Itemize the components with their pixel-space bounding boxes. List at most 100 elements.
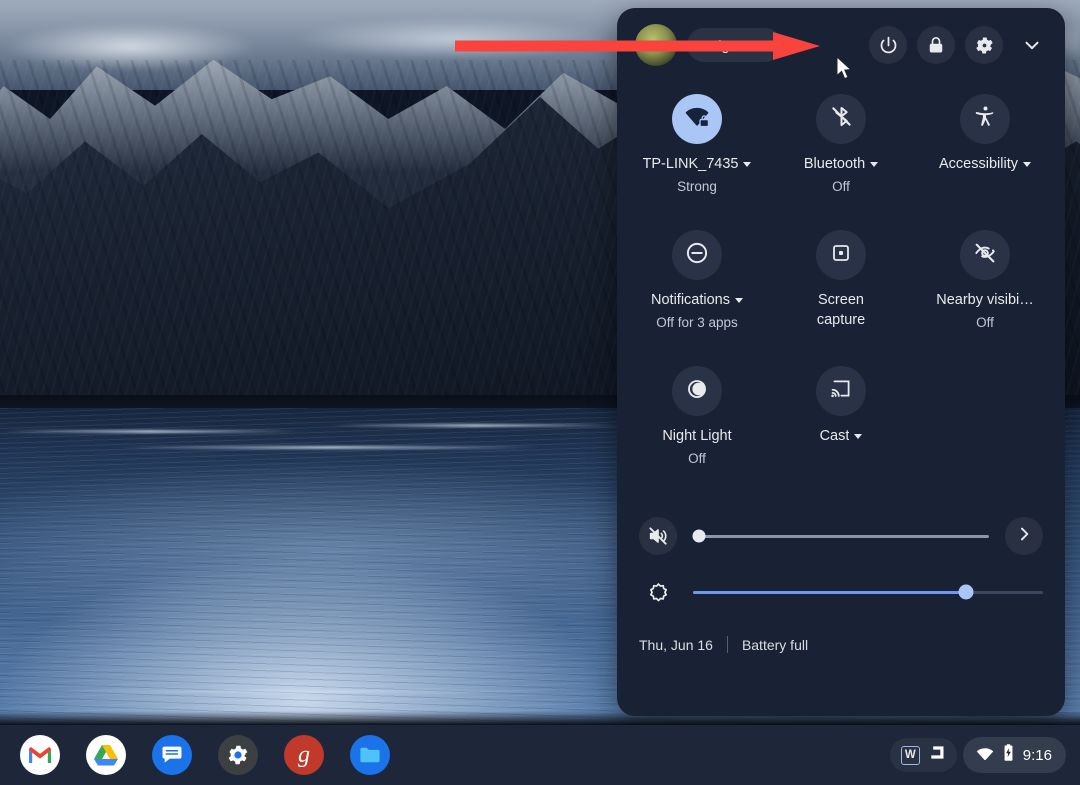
groovypost-letter: g [298, 742, 310, 768]
brightness-icon[interactable] [639, 573, 677, 611]
wifi-icon [976, 746, 994, 765]
sign-out-button[interactable]: Sign out [687, 28, 783, 62]
bluetooth-disabled-icon [829, 104, 854, 134]
quick-settings-tile-grid: TP-LINK_7435 Strong Bluetooth Off Access… [617, 76, 1065, 492]
battery-status-label[interactable]: Battery full [742, 637, 808, 653]
tile-grid-empty-cell [913, 362, 1057, 488]
chevron-down-icon[interactable] [854, 434, 863, 440]
wallpaper-water-streak [120, 446, 540, 449]
notifications-tile[interactable]: Notifications Off for 3 apps [625, 226, 769, 352]
groovypost-app-icon[interactable]: g [284, 735, 324, 775]
bluetooth-tile-sub: Off [832, 178, 850, 194]
night-light-tile-circle [672, 366, 722, 416]
quick-settings-panel: Sign out TP-LINK_7435 Strong Bluetooth O… [617, 8, 1065, 716]
notifications-tile-circle [672, 230, 722, 280]
accessibility-tile-label: Accessibility [939, 156, 1018, 172]
gear-icon [974, 35, 995, 56]
night-light-tile-sub: Off [688, 450, 706, 466]
accessibility-tile-label-row: Accessibility [939, 155, 1031, 175]
gmail-app-icon[interactable] [20, 735, 60, 775]
nearby-visibility-tile-sub: Off [976, 314, 994, 330]
wifi-tile-sub: Strong [677, 178, 717, 194]
brightness-slider-fill [693, 590, 966, 594]
volume-slider-thumb[interactable] [692, 529, 706, 543]
system-tray: W 9:16 [889, 737, 1080, 773]
brightness-slider-row [617, 564, 1065, 620]
screen-capture-tile[interactable]: Screen capture [769, 226, 913, 352]
lock-icon [926, 35, 946, 55]
shelf: g W 9:16 [0, 725, 1080, 785]
settings-button[interactable] [965, 26, 1003, 64]
nearby-visibility-tile-circle [960, 230, 1010, 280]
wifi-tile-label-row: TP-LINK_7435 [643, 155, 752, 175]
volume-slider-row [617, 508, 1065, 564]
notifications-tile-label: Notifications [651, 292, 730, 308]
files-app-icon[interactable] [350, 735, 390, 775]
chevron-down-icon[interactable] [734, 298, 743, 304]
bluetooth-tile[interactable]: Bluetooth Off [769, 90, 913, 216]
wallpaper-water-streak [330, 424, 620, 427]
cast-tile-label: Cast [819, 428, 850, 444]
volume-slider[interactable] [692, 526, 989, 546]
notifications-tile-sub: Off for 3 apps [656, 314, 738, 330]
clock-label: 9:16 [1022, 746, 1052, 764]
chevron-down-icon[interactable] [743, 162, 752, 168]
nearby-visibility-tile-label: Nearby visibi… [936, 292, 1034, 308]
google-drive-app-icon[interactable] [86, 735, 126, 775]
screen-capture-tile-circle [816, 230, 866, 280]
ime-language-label: W [900, 745, 920, 765]
lock-button[interactable] [917, 26, 955, 64]
power-button[interactable] [869, 26, 907, 64]
wifi-locked-icon [683, 103, 711, 136]
do-not-disturb-icon [684, 240, 710, 271]
notifications-tile-label-row: Notifications [651, 291, 743, 311]
status-area-button[interactable]: 9:16 [962, 737, 1066, 773]
chevron-down-icon [1021, 34, 1043, 56]
wallpaper-water-streak [40, 690, 560, 693]
chevron-down-icon[interactable] [870, 162, 879, 168]
brightness-slider-thumb[interactable] [958, 584, 974, 600]
brightness-slider[interactable] [693, 582, 1043, 602]
night-light-tile[interactable]: Night Light Off [625, 362, 769, 488]
bluetooth-tile-label-row: Bluetooth [803, 155, 879, 175]
bluetooth-tile-label: Bluetooth [803, 156, 866, 172]
messages-app-icon[interactable] [152, 735, 192, 775]
battery-charging-icon [1003, 744, 1014, 766]
nearby-visibility-tile[interactable]: Nearby visibi… Off [913, 226, 1057, 352]
collapse-button[interactable] [1013, 26, 1051, 64]
night-light-tile-label-row: Night Light [662, 427, 731, 447]
volume-slider-rail [693, 534, 989, 538]
eye-off-icon [972, 240, 998, 271]
accessibility-tile[interactable]: Accessibility [913, 90, 1057, 216]
cast-icon [829, 376, 854, 406]
accessibility-tile-circle [960, 94, 1010, 144]
ime-indicator[interactable]: W [889, 738, 957, 772]
cast-tile-label-row: Cast [820, 427, 863, 447]
shelf-app-list: g [0, 735, 390, 775]
nearby-visibility-tile-label-row: Nearby visibi… [936, 291, 1034, 311]
night-light-icon [684, 376, 710, 407]
volume-muted-icon[interactable] [639, 517, 677, 555]
footer-divider [726, 636, 728, 653]
wallpaper-water-streak [0, 430, 300, 433]
screen-capture-tile-label-row: Screen capture [795, 291, 887, 330]
chevron-down-icon[interactable] [1022, 162, 1031, 168]
quick-settings-footer: Thu, Jun 16 Battery full [617, 620, 1065, 653]
quick-settings-header: Sign out [617, 8, 1065, 76]
power-icon [878, 35, 899, 56]
accessibility-icon [973, 104, 998, 134]
cast-tile[interactable]: Cast [769, 362, 913, 488]
wifi-tile[interactable]: TP-LINK_7435 Strong [625, 90, 769, 216]
chevron-right-icon [1014, 524, 1034, 549]
date-label[interactable]: Thu, Jun 16 [639, 637, 713, 653]
screen-capture-tile-label: Screen capture [816, 292, 866, 328]
wifi-tile-circle [672, 94, 722, 144]
night-light-tile-label: Night Light [662, 428, 732, 444]
shelf-icon [927, 744, 946, 766]
avatar[interactable] [635, 24, 677, 66]
volume-expand-button[interactable] [1005, 517, 1043, 555]
settings-app-icon[interactable] [218, 735, 258, 775]
screen-capture-icon [829, 241, 853, 270]
bluetooth-tile-circle [816, 94, 866, 144]
wifi-tile-label: TP-LINK_7435 [642, 156, 739, 172]
